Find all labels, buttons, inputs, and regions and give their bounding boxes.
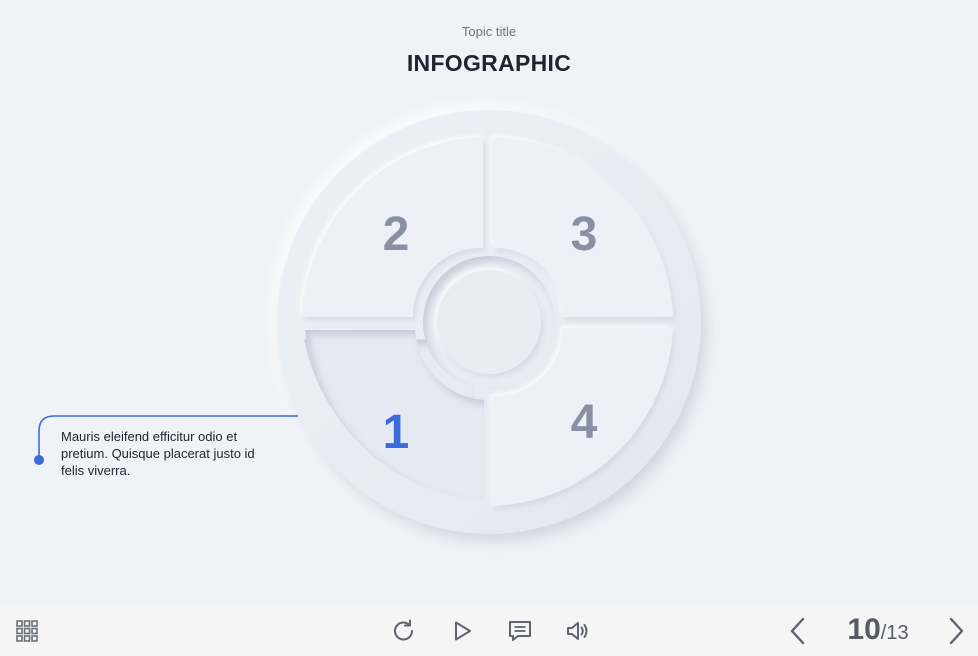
- segment-4-number: 4: [571, 396, 598, 449]
- bottom-toolbar: 10 /13: [0, 605, 978, 656]
- slide: Topic title INFOGRAPHIC 1 2 3 4 Mauris e…: [0, 0, 978, 605]
- menu-button[interactable]: [9, 605, 45, 656]
- replay-icon: [394, 619, 413, 640]
- notes-button[interactable]: [502, 605, 538, 656]
- previous-slide-button[interactable]: [780, 605, 816, 656]
- segment-1-number: 1: [383, 406, 410, 459]
- infographic-wheel: 1 2 3 4: [34, 110, 701, 534]
- segment-3-number: 3: [571, 208, 598, 261]
- next-slide-button[interactable]: [938, 605, 974, 656]
- segment-2-number: 2: [383, 208, 410, 261]
- chevron-right-icon: [949, 617, 964, 644]
- callout-text: Mauris eleifend efficitur odio et pretiu…: [61, 429, 255, 478]
- chat-icon: [509, 620, 531, 641]
- current-slide-number: 10: [847, 613, 881, 646]
- total-slides: /13: [880, 622, 909, 644]
- wheel-center-knob[interactable]: [437, 270, 541, 374]
- callout-dot: [34, 455, 44, 465]
- sound-button[interactable]: [560, 605, 596, 656]
- replay-button[interactable]: [386, 605, 422, 656]
- play-button[interactable]: [444, 605, 480, 656]
- play-icon: [455, 621, 471, 640]
- chevron-left-icon: [790, 617, 805, 644]
- slide-counter: 10 /13: [838, 613, 918, 649]
- speaker-icon: [567, 621, 588, 640]
- grid-icon: [16, 619, 38, 642]
